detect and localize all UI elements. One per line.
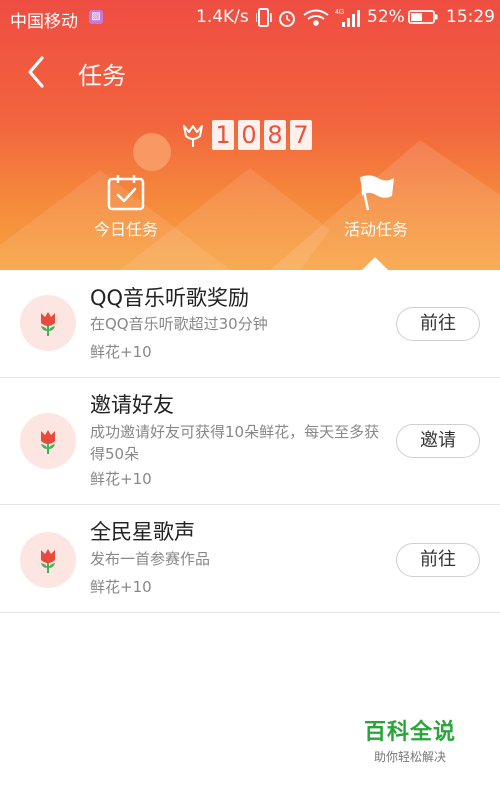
count-digit: 0 [238,120,260,150]
header-sun [133,133,171,171]
task-title: 全民星歌声 [90,520,195,544]
page-title: 任务 [78,62,126,90]
tab-activity-tasks[interactable]: 活动任务 [316,172,436,242]
tab-today-tasks[interactable]: 今日任务 [66,172,186,242]
wifi-icon [303,9,329,26]
task-description: 发布一首参赛作品 [90,550,211,568]
go-button[interactable]: 前往 [396,307,480,341]
sim-icon: ▨ [89,10,103,24]
task-reward: 鲜花+10 [90,578,152,596]
invite-button[interactable]: 邀请 [396,424,480,458]
task-reward: 鲜花+10 [90,470,152,488]
task-reward: 鲜花+10 [90,343,152,361]
task-item: 全民星歌声 发布一首参赛作品 鲜花+10 前往 [0,504,500,613]
tab-activity-label: 活动任务 [343,220,408,239]
count-digit: 1 [212,120,234,150]
carrier-label: 中国移动 [10,12,78,32]
count-digit: 7 [290,120,312,150]
flower-icon [41,549,55,573]
task-avatar [20,413,76,469]
signal-icon [342,10,360,27]
watermark-subtitle: 助你轻松解决 [373,750,446,764]
flower-icon [41,430,55,454]
task-avatar [20,532,76,588]
battery-percent: 52% [367,7,405,27]
active-tab-indicator [362,257,388,270]
tab-today-label: 今日任务 [93,220,158,239]
task-title: 邀请好友 [90,393,174,417]
alarm-icon [279,11,295,27]
back-button[interactable] [20,52,56,92]
battery-icon [408,10,438,24]
vibrate-icon [256,8,272,27]
status-time: 15:29 [446,7,495,27]
task-title: QQ音乐听歌奖励 [90,286,250,310]
calendar-check-icon [107,175,145,211]
task-description: 在QQ音乐听歌超过30分钟 [90,315,268,333]
watermark: 百科全说 助你轻松解决 [352,714,468,765]
flag-icon [359,175,394,211]
network-type-label: 4G [335,9,344,16]
back-arrow-icon [28,56,44,88]
flower-icon [41,312,55,336]
task-description: 成功邀请好友可获得10朵鲜花，每天至多获得50朵 [90,423,380,463]
go-button[interactable]: 前往 [396,543,480,577]
flower-count-icon [183,125,203,147]
count-digit: 8 [264,120,286,150]
status-icons: 4G [256,8,360,27]
net-speed: 1.4K/s [196,7,249,27]
header: 中国移动 ▨ 1.4K/s 4G 52% 15:29 任务 1 0 8 7 今日… [0,0,500,270]
watermark-title: 百科全说 [363,720,456,745]
task-item: QQ音乐听歌奖励 在QQ音乐听歌超过30分钟 鲜花+10 前往 [0,270,500,378]
task-item: 邀请好友 成功邀请好友可获得10朵鲜花，每天至多获得50朵 鲜花+10 邀请 [0,377,500,505]
task-avatar [20,295,76,351]
status-bar: 中国移动 ▨ 1.4K/s 4G 52% 15:29 [0,0,500,34]
